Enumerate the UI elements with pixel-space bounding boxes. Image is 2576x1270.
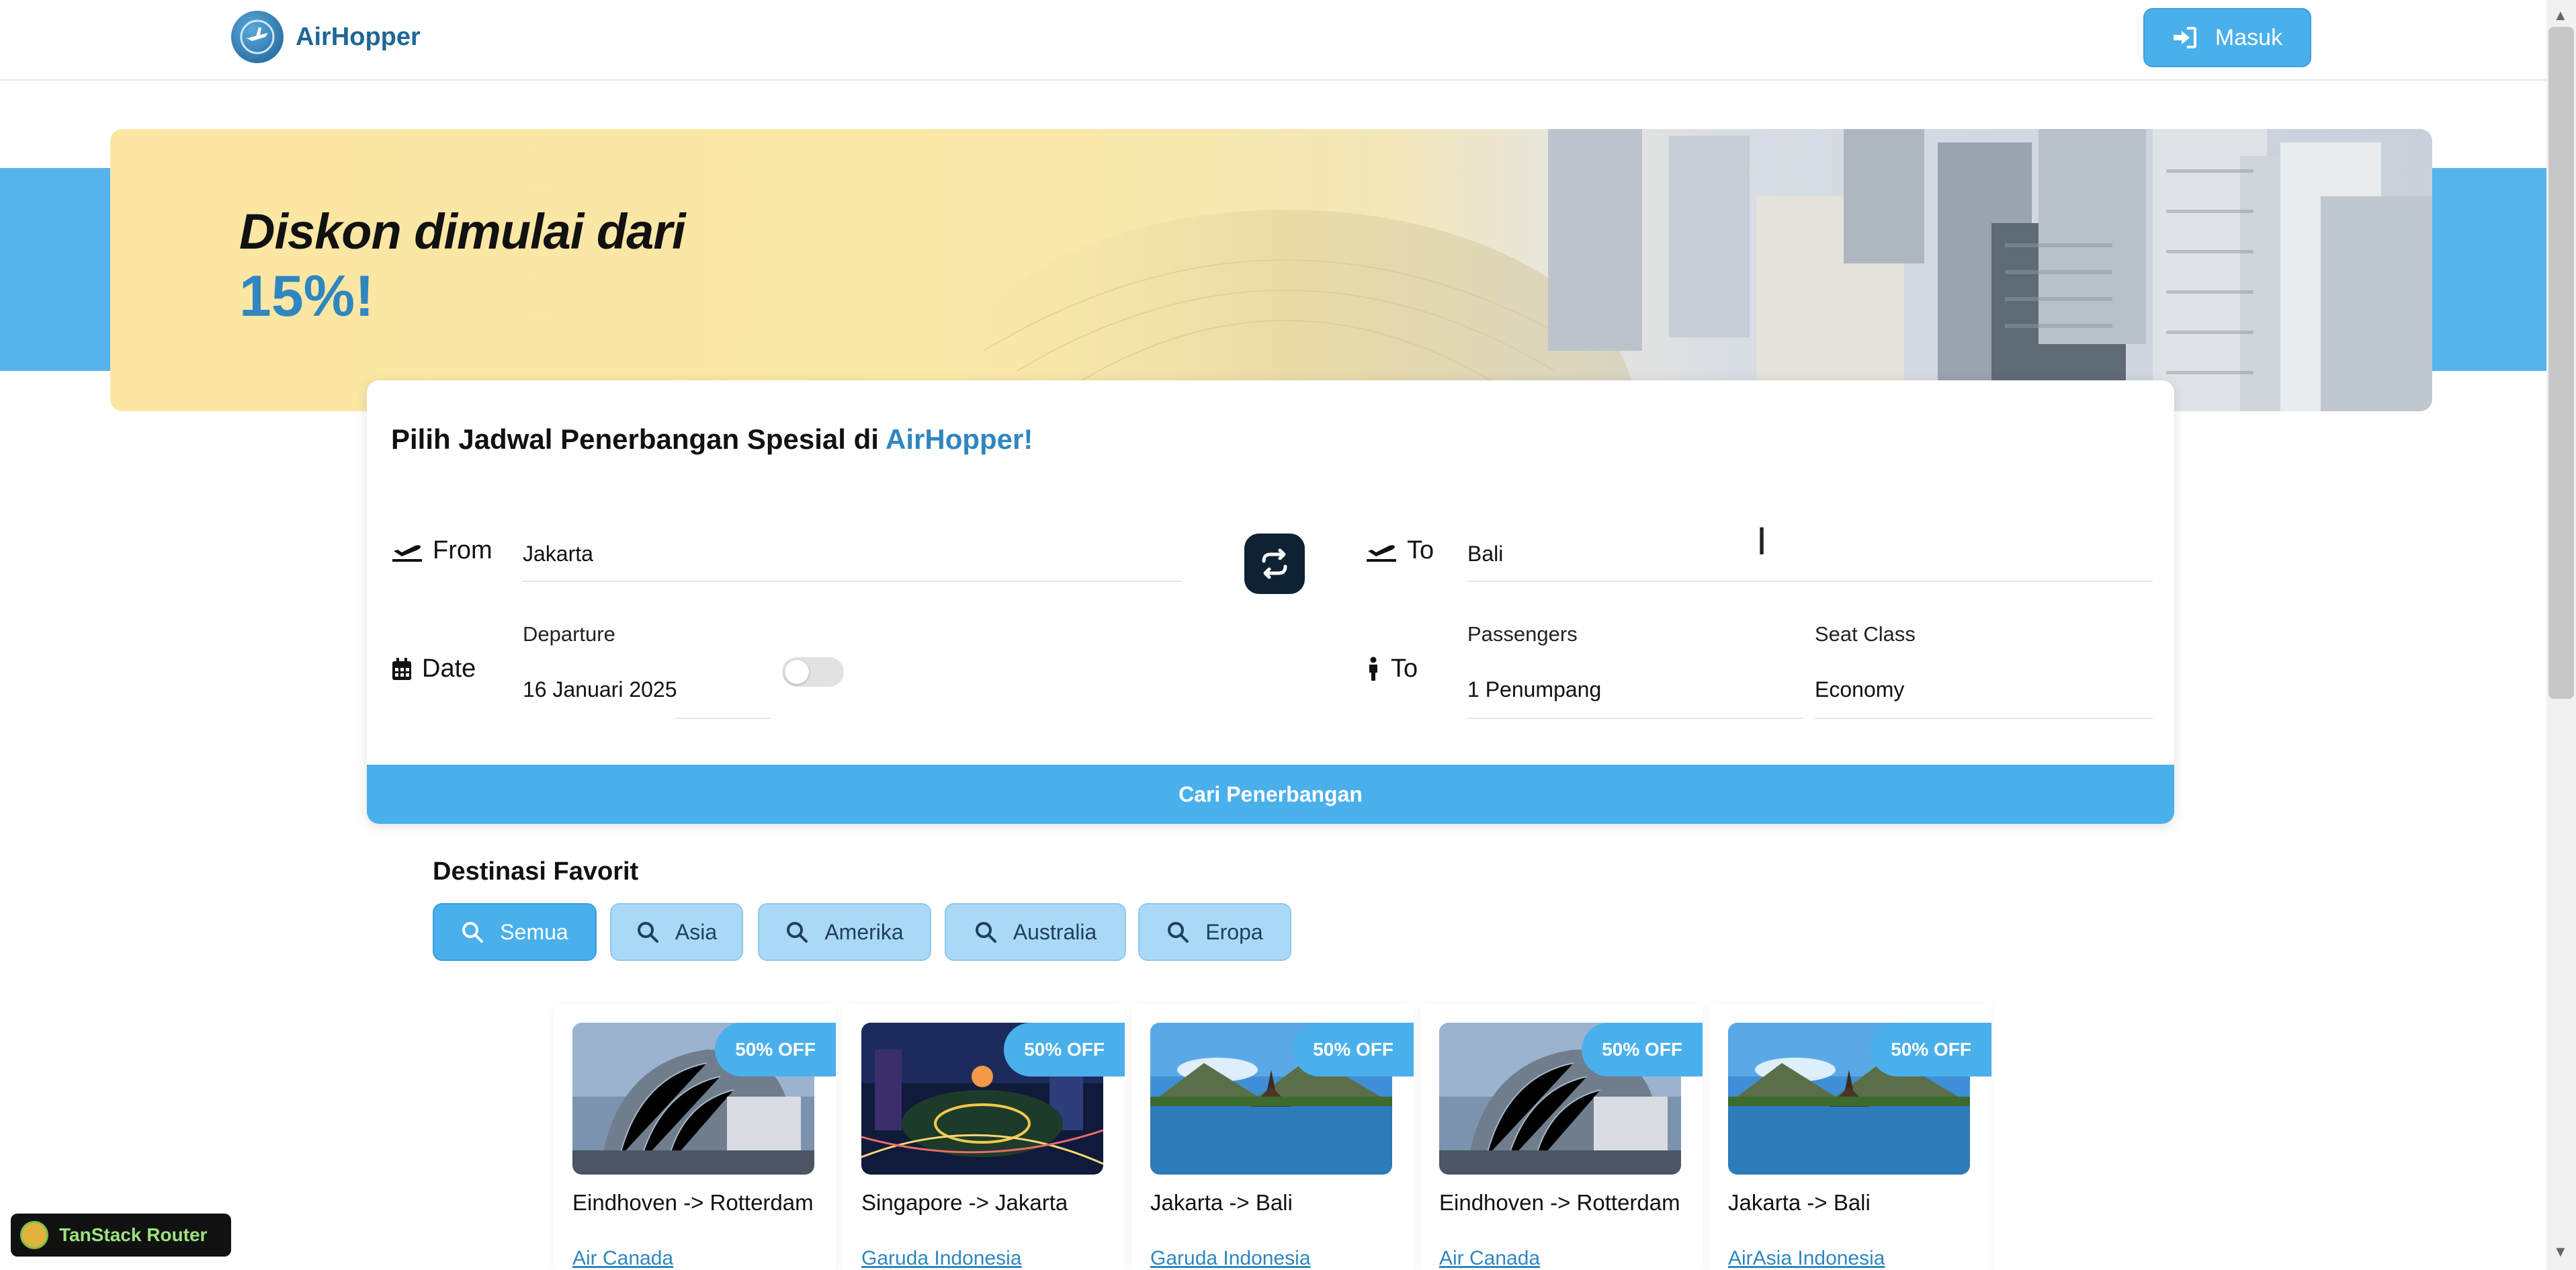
from-label: From xyxy=(391,536,492,565)
search-icon xyxy=(975,922,996,943)
search-title-text: Pilih Jadwal Penerbangan Spesial di xyxy=(391,423,886,455)
departure-underline xyxy=(676,718,770,719)
departure-date-input[interactable]: 16 Januari 2025 xyxy=(523,677,677,702)
destination-airline[interactable]: Garuda Indonesia xyxy=(861,1247,1022,1270)
airhopper-logo[interactable] xyxy=(231,11,284,63)
destination-card[interactable]: 50% OFF Jakarta -> Bali AirAsia Indonesi… xyxy=(1709,1004,1991,1270)
to-label-text: To xyxy=(1407,536,1434,564)
city-skyline-illustration xyxy=(937,129,2432,411)
banner-discount: 15%! xyxy=(239,264,374,329)
seat-class-input[interactable]: Economy xyxy=(1815,677,1904,702)
person-icon xyxy=(1369,657,1377,681)
from-label-text: From xyxy=(433,536,492,564)
destination-card[interactable]: 50% OFF Eindhoven -> Rotterdam Air Canad… xyxy=(554,1004,836,1270)
flight-search-card: Pilih Jadwal Penerbangan Spesial di AirH… xyxy=(367,380,2174,824)
chip-label: Australia xyxy=(1013,919,1097,944)
scrollbar-thumb[interactable] xyxy=(2548,27,2574,699)
destination-card[interactable]: 50% OFF Singapore -> Jakarta Garuda Indo… xyxy=(843,1004,1125,1270)
swap-locations-button[interactable] xyxy=(1244,534,1305,594)
seat-class-underline xyxy=(1815,718,2153,719)
tanstack-router-devtools-button[interactable]: TanStack Router xyxy=(11,1214,231,1257)
date-label: Date xyxy=(391,654,476,683)
departure-label: Departure xyxy=(523,622,615,646)
search-flights-button[interactable]: Cari Penerbangan xyxy=(367,765,2174,824)
passenger-row-label-text: To xyxy=(1391,654,1418,683)
tanstack-logo-icon xyxy=(20,1221,48,1249)
discount-badge: 50% OFF xyxy=(1582,1023,1703,1076)
to-label: To xyxy=(1365,536,1434,565)
destination-card[interactable]: 50% OFF Eindhoven -> Rotterdam Air Canad… xyxy=(1420,1004,1703,1270)
chip-label: Semua xyxy=(500,919,568,944)
destination-route: Eindhoven -> Rotterdam xyxy=(1439,1190,1680,1215)
return-date-toggle[interactable] xyxy=(782,657,844,687)
plane-departure-icon xyxy=(392,544,422,562)
destination-route: Jakarta -> Bali xyxy=(1728,1190,1871,1215)
filter-chip-amerika[interactable]: Amerika xyxy=(758,903,931,961)
devtools-label: TanStack Router xyxy=(59,1224,208,1245)
plane-departure-icon xyxy=(1367,544,1396,562)
discount-badge: 50% OFF xyxy=(1004,1023,1125,1076)
filter-chip-australia[interactable]: Australia xyxy=(945,903,1126,961)
destination-airline[interactable]: Air Canada xyxy=(572,1247,673,1270)
passengers-label: Passengers xyxy=(1467,622,1578,646)
login-button[interactable]: Masuk xyxy=(2143,8,2311,67)
login-label: Masuk xyxy=(2215,24,2283,50)
date-label-text: Date xyxy=(422,654,476,683)
destination-card[interactable]: 50% OFF Jakarta -> Bali Garuda Indonesia xyxy=(1131,1004,1414,1270)
discount-badge: 50% OFF xyxy=(1293,1023,1414,1076)
brand-name[interactable]: AirHopper xyxy=(296,23,421,52)
plane-globe-icon xyxy=(240,19,275,54)
from-input[interactable]: Jakarta xyxy=(523,542,593,566)
chip-label: Amerika xyxy=(824,919,904,944)
search-icon xyxy=(1168,922,1189,943)
search-card-title: Pilih Jadwal Penerbangan Spesial di AirH… xyxy=(391,423,1033,456)
destination-route: Jakarta -> Bali xyxy=(1150,1190,1293,1215)
scroll-down-arrow-icon[interactable]: ▼ xyxy=(2553,1243,2568,1261)
toggle-knob xyxy=(785,660,809,684)
search-icon xyxy=(787,922,808,943)
destination-airline[interactable]: AirAsia Indonesia xyxy=(1728,1247,1885,1270)
promo-banner: Diskon dimulai dari 15%! xyxy=(110,129,2432,411)
to-underline xyxy=(1467,581,2153,582)
discount-badge: 50% OFF xyxy=(715,1023,836,1076)
sign-in-icon xyxy=(2173,27,2196,48)
chip-label: Eropa xyxy=(1205,919,1263,944)
calendar-icon xyxy=(392,657,411,680)
swap-arrows-icon xyxy=(1262,548,1287,579)
passengers-input[interactable]: 1 Penumpang xyxy=(1467,677,1601,702)
filter-chip-asia[interactable]: Asia xyxy=(610,903,743,961)
text-cursor-icon: I xyxy=(1756,519,1768,563)
from-underline xyxy=(523,581,1181,582)
favorites-title: Destinasi Favorit xyxy=(433,857,639,886)
to-input[interactable]: Bali xyxy=(1467,542,1503,566)
filter-chip-semua[interactable]: Semua xyxy=(433,903,597,961)
chip-label: Asia xyxy=(675,919,718,944)
destination-airline[interactable]: Garuda Indonesia xyxy=(1150,1247,1311,1270)
destination-route: Singapore -> Jakarta xyxy=(861,1190,1068,1215)
banner-title: Diskon dimulai dari xyxy=(239,204,686,259)
destination-route: Eindhoven -> Rotterdam xyxy=(572,1190,814,1215)
top-navbar: AirHopper Masuk xyxy=(0,0,2546,81)
filter-chip-eropa[interactable]: Eropa xyxy=(1138,903,1291,961)
discount-badge: 50% OFF xyxy=(1871,1023,1991,1076)
passenger-row-label: To xyxy=(1365,654,1418,683)
scroll-up-arrow-icon[interactable]: ▲ xyxy=(2553,7,2568,24)
passengers-underline xyxy=(1467,718,1803,719)
search-icon xyxy=(637,922,658,943)
search-title-brand: AirHopper! xyxy=(886,423,1033,455)
search-icon xyxy=(462,922,484,943)
destination-airline[interactable]: Air Canada xyxy=(1439,1247,1540,1270)
seat-class-label: Seat Class xyxy=(1815,622,1916,646)
